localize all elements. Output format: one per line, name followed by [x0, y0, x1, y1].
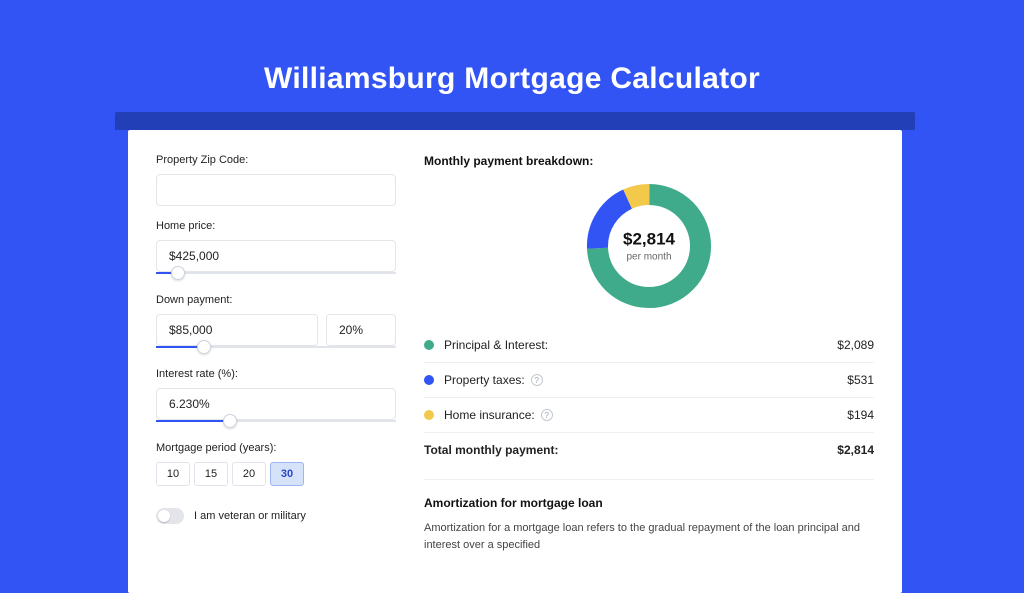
- input-panel: Property Zip Code: Home price: Down paym…: [156, 154, 396, 553]
- slider-thumb[interactable]: [197, 340, 211, 354]
- down-payment-group: Down payment:: [156, 294, 396, 354]
- amortization-section: Amortization for mortgage loan Amortizat…: [424, 479, 874, 553]
- veteran-row: I am veteran or military: [156, 508, 396, 524]
- legend-total-label: Total monthly payment:: [424, 443, 837, 457]
- legend-label: Property taxes:?: [444, 373, 847, 387]
- amortization-text: Amortization for a mortgage loan refers …: [424, 520, 874, 553]
- period-label: Mortgage period (years):: [156, 442, 396, 454]
- page-title: Williamsburg Mortgage Calculator: [0, 0, 1024, 96]
- legend-value: $2,089: [837, 338, 874, 352]
- legend-dot: [424, 410, 434, 420]
- slider-thumb[interactable]: [223, 414, 237, 428]
- period-option-20[interactable]: 20: [232, 462, 266, 486]
- legend-row: Home insurance:?$194: [424, 398, 874, 433]
- period-option-15[interactable]: 15: [194, 462, 228, 486]
- legend-value: $531: [847, 373, 874, 387]
- period-options: 10152030: [156, 462, 396, 486]
- down-payment-label: Down payment:: [156, 294, 396, 306]
- interest-label: Interest rate (%):: [156, 368, 396, 380]
- legend-value: $194: [847, 408, 874, 422]
- slider-thumb[interactable]: [171, 266, 185, 280]
- calculator-card: Property Zip Code: Home price: Down paym…: [128, 130, 902, 593]
- legend-label: Home insurance:?: [444, 408, 847, 422]
- amortization-title: Amortization for mortgage loan: [424, 496, 874, 510]
- info-icon[interactable]: ?: [541, 409, 553, 421]
- home-price-group: Home price:: [156, 220, 396, 280]
- down-payment-slider[interactable]: [156, 346, 396, 354]
- legend-dot: [424, 340, 434, 350]
- donut-center-value: $2,814: [623, 230, 675, 250]
- zip-group: Property Zip Code:: [156, 154, 396, 206]
- legend-dot: [424, 375, 434, 385]
- legend-row: Property taxes:?$531: [424, 363, 874, 398]
- period-group: Mortgage period (years): 10152030: [156, 442, 396, 486]
- home-price-input[interactable]: [156, 240, 396, 272]
- legend-total-value: $2,814: [837, 443, 874, 457]
- period-option-30[interactable]: 30: [270, 462, 304, 486]
- legend-label: Principal & Interest:: [444, 338, 837, 352]
- interest-input[interactable]: [156, 388, 396, 420]
- breakdown-title: Monthly payment breakdown:: [424, 154, 874, 168]
- home-price-label: Home price:: [156, 220, 396, 232]
- home-price-slider[interactable]: [156, 272, 396, 280]
- card-shadow: [115, 112, 915, 130]
- interest-slider[interactable]: [156, 420, 396, 428]
- breakdown-panel: Monthly payment breakdown: $2,814 per mo…: [424, 154, 874, 553]
- interest-group: Interest rate (%):: [156, 368, 396, 428]
- info-icon[interactable]: ?: [531, 374, 543, 386]
- veteran-toggle[interactable]: [156, 508, 184, 524]
- zip-label: Property Zip Code:: [156, 154, 396, 166]
- legend-row: Principal & Interest:$2,089: [424, 328, 874, 363]
- down-payment-pct-input[interactable]: [326, 314, 396, 346]
- down-payment-input[interactable]: [156, 314, 318, 346]
- donut-chart-container: $2,814 per month: [424, 172, 874, 320]
- legend-total-row: Total monthly payment:$2,814: [424, 433, 874, 467]
- donut-center: $2,814 per month: [623, 230, 675, 263]
- period-option-10[interactable]: 10: [156, 462, 190, 486]
- donut-center-sub: per month: [623, 252, 675, 263]
- breakdown-legend: Principal & Interest:$2,089Property taxe…: [424, 328, 874, 467]
- zip-input[interactable]: [156, 174, 396, 206]
